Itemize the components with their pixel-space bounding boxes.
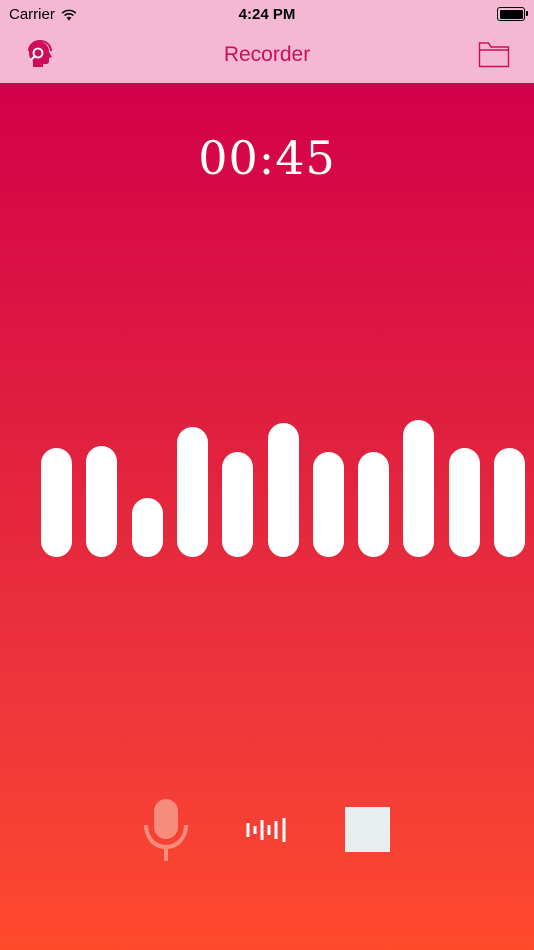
folder-icon[interactable]: [478, 40, 510, 68]
status-time: 4:24 PM: [238, 6, 296, 23]
battery-level: [499, 9, 523, 19]
recording-panel: 00:45: [0, 83, 534, 950]
page-title: Recorder: [223, 43, 311, 66]
recorder-controls: [0, 83, 534, 950]
battery-icon: [497, 7, 528, 21]
recorder-screen: Carrier 4:24 PM Recorder 00:45: [0, 0, 534, 950]
navigation-bar: Recorder: [0, 30, 534, 83]
microphone-icon[interactable]: [142, 797, 190, 863]
stop-icon[interactable]: [345, 807, 390, 852]
status-bar: Carrier 4:24 PM: [0, 0, 534, 30]
waveform-icon[interactable]: [246, 817, 288, 843]
